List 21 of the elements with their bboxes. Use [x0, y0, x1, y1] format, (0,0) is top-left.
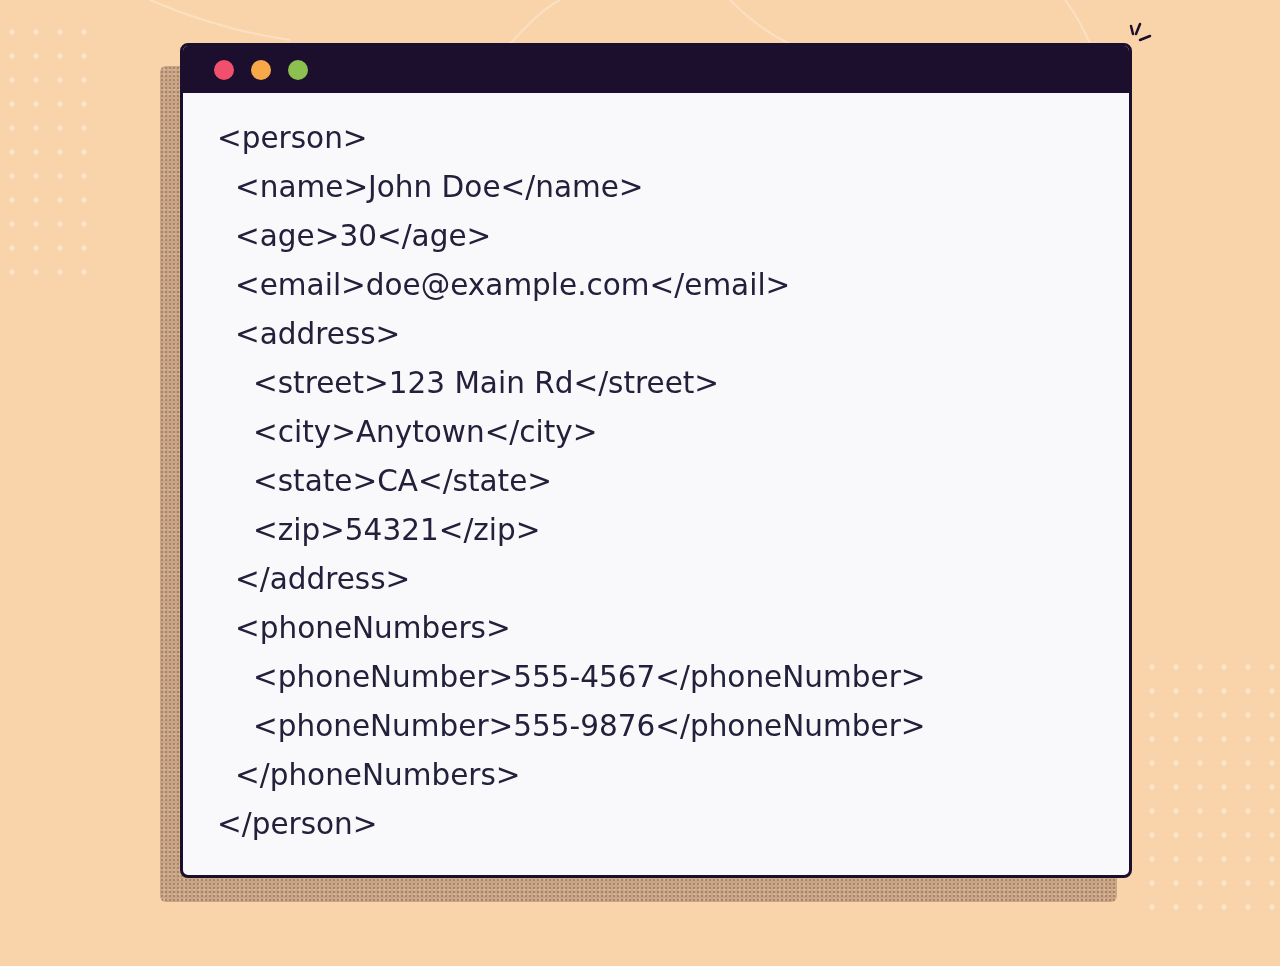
code-line: <name>John Doe</name> [234, 169, 644, 206]
code-line: <phoneNumber>555-9876</phoneNumber> [252, 708, 926, 745]
code-line: <phoneNumber>555-4567</phoneNumber> [252, 659, 926, 696]
background-line [1064, 0, 1091, 45]
code-line: <address> [234, 316, 401, 353]
code-line: </address> [234, 561, 411, 598]
code-line: <email>doe@example.com</email> [234, 267, 791, 304]
code-line: <state>CA</state> [252, 463, 553, 500]
code-line: <person> [217, 120, 368, 157]
code-line: <age>30</age> [234, 218, 492, 255]
window-control-button[interactable] [288, 59, 308, 80]
window-control-button[interactable] [214, 59, 234, 80]
code-line: <street>123 Main Rd</street> [252, 365, 720, 402]
code-line: </phoneNumbers> [234, 757, 521, 794]
background-line [729, 0, 791, 45]
code-line: </person> [217, 806, 378, 843]
background-line [509, 0, 561, 45]
code-line: <phoneNumbers> [234, 610, 511, 647]
window-control-button[interactable] [251, 59, 271, 80]
code-line: <city>Anytown</city> [252, 414, 598, 451]
code-line: <zip>54321</zip> [252, 512, 541, 549]
